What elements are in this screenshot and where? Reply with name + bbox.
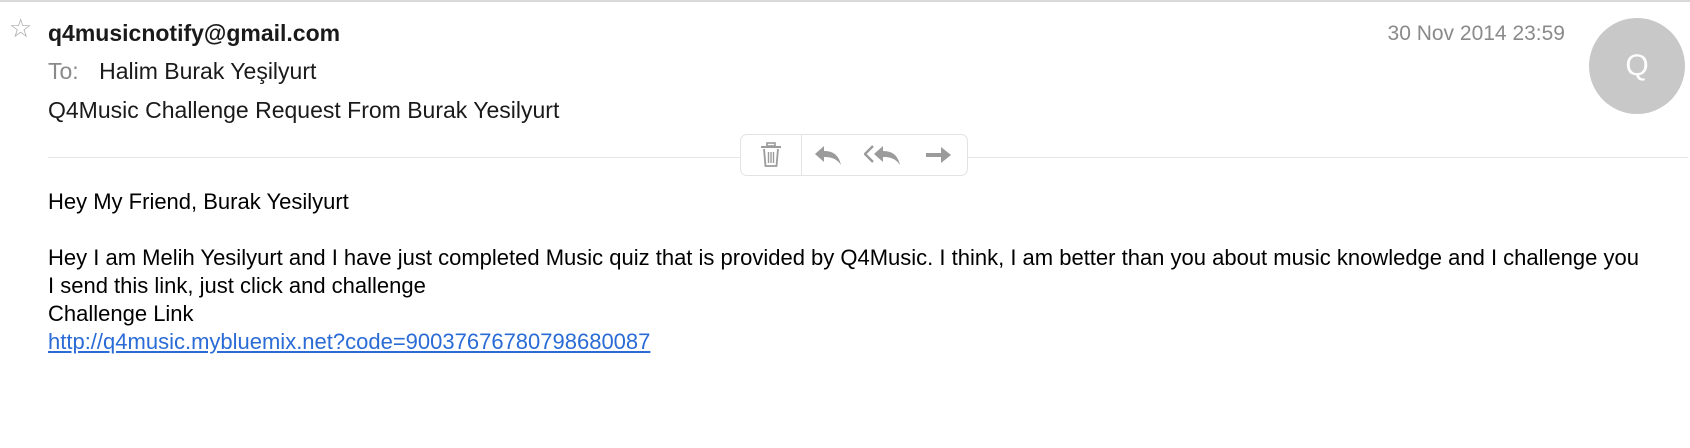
body-line-challenge-label: Challenge Link — [48, 301, 194, 326]
forward-button[interactable] — [912, 135, 964, 175]
body-paragraph: Hey I am Melih Yesilyurt and I have just… — [48, 245, 1639, 270]
challenge-link[interactable]: http://q4music.mybluemix.net?code=900376… — [48, 329, 650, 354]
message-date: 30 Nov 2014 23:59 — [1387, 22, 1565, 45]
delete-button[interactable] — [741, 135, 802, 175]
message-toolbar — [740, 134, 968, 176]
reply-button[interactable] — [802, 135, 854, 175]
to-label: To: — [48, 58, 79, 84]
sender-address[interactable]: q4musicnotify@gmail.com — [48, 20, 340, 47]
message-subject: Q4Music Challenge Request From Burak Yes… — [48, 97, 560, 123]
top-divider — [0, 0, 1690, 2]
recipient-row: To: Halim Burak Yeşilyurt — [48, 58, 316, 85]
forward-icon — [926, 147, 951, 163]
avatar-initial: Q — [1625, 49, 1649, 82]
trash-icon — [761, 142, 781, 167]
body-link-line: http://q4music.mybluemix.net?code=900376… — [48, 328, 1668, 356]
recipient-name[interactable]: Halim Burak Yeşilyurt — [99, 58, 316, 84]
reply-all-button[interactable] — [854, 135, 912, 175]
reply-icon — [815, 146, 841, 165]
message-body: Hey My Friend, Burak Yesilyurt Hey I am … — [48, 188, 1668, 356]
reply-all-icon — [864, 145, 900, 165]
email-viewer: ☆ q4musicnotify@gmail.com 30 Nov 2014 23… — [0, 0, 1690, 448]
body-greeting: Hey My Friend, Burak Yesilyurt — [48, 189, 349, 214]
sender-avatar: Q — [1589, 18, 1685, 114]
body-line-instruction: I send this link, just click and challen… — [48, 273, 426, 298]
star-icon[interactable]: ☆ — [9, 15, 32, 41]
